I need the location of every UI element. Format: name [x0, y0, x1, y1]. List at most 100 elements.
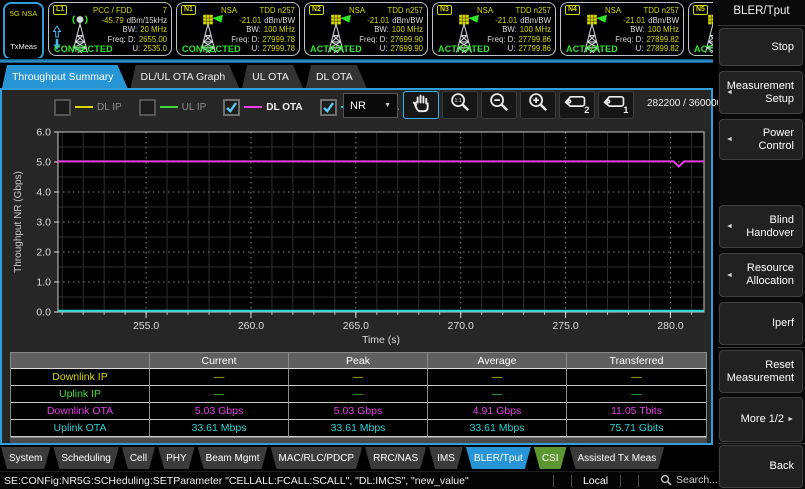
pan-hand-button[interactable] — [403, 91, 439, 119]
svg-text:1: 1 — [623, 105, 628, 114]
right-arrow-icon: ► — [787, 413, 794, 426]
softkey-blind-handover[interactable]: ◄Blind Handover — [719, 205, 803, 248]
marker-1-icon: 1 — [602, 91, 630, 119]
measurement-tabs: Throughput SummaryDL/UL OTA GraphUL OTAD… — [2, 65, 367, 88]
svg-text:2.0: 2.0 — [36, 247, 51, 259]
bottom-tab-rrc-nas[interactable]: RRC/NAS — [365, 447, 426, 469]
legend-toggle-dl-ota[interactable]: DL OTA — [223, 99, 302, 116]
chart-toolbar: 1:1 2 1 — [403, 91, 634, 119]
softkey-measurement-setup[interactable]: ◄Measurement Setup — [719, 71, 803, 114]
cell-status-N5[interactable]: N5ACTIVATED — [688, 2, 713, 56]
table-header-Transferred: Transferred — [567, 353, 706, 369]
app-screen: 5G NSA TxMeas L1PCC / FDD7-45.79dBm/15kH… — [0, 0, 805, 489]
cell-status-text: CONNECTED — [54, 44, 113, 54]
search-box[interactable]: Search... — [660, 474, 718, 486]
svg-text:Time (s): Time (s) — [362, 334, 400, 346]
tab-dl-ota[interactable]: DL OTA — [306, 65, 367, 88]
svg-text:6.0: 6.0 — [36, 127, 51, 139]
throughput-chart[interactable]: 255.0260.0265.0270.0275.0280.00.01.02.03… — [10, 124, 710, 346]
marker-2-icon: 2 — [563, 91, 591, 119]
softkey-reset-measurement[interactable]: Reset Measurement — [719, 350, 803, 393]
series-color-swatch — [244, 106, 262, 108]
cell-status-N3[interactable]: N3NSATDD n257-21.01dBm/BWBW:100 MHzFreq:… — [432, 2, 556, 56]
scpi-command-text: SE:CONFig:NR5G:SCHeduling:SETParameter "… — [4, 475, 469, 487]
zoom-1to1-button[interactable]: 1:1 — [442, 91, 478, 119]
svg-text:4.0: 4.0 — [36, 187, 51, 199]
cell-status-text: ACTIVATED — [438, 44, 490, 54]
bottom-tab-scheduling[interactable]: Scheduling — [53, 447, 118, 469]
mode-box: 5G NSA TxMeas — [3, 2, 44, 58]
marker-1-button[interactable]: 1 — [598, 91, 634, 119]
marker-2-button[interactable]: 2 — [559, 91, 595, 119]
svg-text:280.0: 280.0 — [657, 320, 683, 332]
zoom-out-icon — [487, 91, 512, 119]
softkey-back[interactable]: Back — [719, 445, 803, 488]
legend-toggle-ul-ip[interactable]: UL IP — [139, 99, 207, 116]
softkey-iperf[interactable]: Iperf — [719, 302, 803, 345]
category-tabs: SystemSchedulingCellPHYBeam MgmtMAC/RLC/… — [0, 447, 714, 471]
softkey-power-control[interactable]: ◄Power Control — [719, 119, 803, 160]
softkey-sidebar: BLER/Tput Stop◄Measurement Setup◄Power C… — [718, 0, 805, 489]
cell-status-text: ACTIVATED — [310, 44, 362, 54]
table-cell: — — [428, 386, 567, 403]
svg-text:2: 2 — [584, 105, 589, 114]
svg-text:260.0: 260.0 — [238, 320, 264, 332]
table-cell: — — [289, 386, 428, 403]
table-cell: — — [150, 369, 289, 386]
bottom-tab-ims[interactable]: IMS — [429, 447, 463, 469]
table-header-row-label — [11, 353, 150, 369]
left-arrow-icon: ◄ — [726, 133, 733, 146]
cell-status-text: ACTIVATED — [694, 44, 713, 54]
bottom-tab-csi[interactable]: CSI — [534, 447, 567, 469]
table-cell: 11.05 Tbits — [567, 403, 706, 420]
bottom-tab-system[interactable]: System — [1, 447, 50, 469]
chevron-down-icon: ▼ — [384, 102, 391, 109]
zoom-out-button[interactable] — [481, 91, 517, 119]
cell-status-N1[interactable]: N1NSATDD n257-21.01dBm/BWBW:100 MHzFreq:… — [176, 2, 300, 56]
bottom-tab-assisted-tx-meas[interactable]: Assisted Tx Meas — [570, 447, 665, 469]
sample-counter: 282200 / 360000 — [647, 98, 722, 109]
bottom-tab-phy[interactable]: PHY — [158, 447, 195, 469]
tab-dl-ul-ota-graph[interactable]: DL/UL OTA Graph — [131, 65, 240, 88]
table-cell: 33.61 Mbps — [150, 420, 289, 437]
zoom-in-button[interactable] — [520, 91, 556, 119]
left-arrow-icon: ◄ — [726, 86, 733, 99]
svg-text:0.0: 0.0 — [36, 307, 51, 319]
cell-status-N4[interactable]: N4NSATDD n257-21.01dBm/BWBW:100 MHzFreq:… — [560, 2, 684, 56]
table-cell: 33.61 Mbps — [289, 420, 428, 437]
tab-throughput-summary[interactable]: Throughput Summary — [2, 65, 128, 88]
cell-status-header: 5G NSA TxMeas L1PCC / FDD7-45.79dBm/15kH… — [0, 0, 713, 58]
bottom-tab-mac-rlc-pdcp[interactable]: MAC/RLC/PDCP — [271, 447, 363, 469]
tech-select-value: NR — [350, 100, 366, 112]
softkey-resource-allocation[interactable]: ◄Resource Allocation — [719, 253, 803, 297]
bottom-tab-cell[interactable]: Cell — [122, 447, 155, 469]
cell-status-N2[interactable]: N2NSATDD n257-21.01dBm/BWBW:100 MHzFreq:… — [304, 2, 428, 56]
local-remote-indicator[interactable]: Local — [572, 475, 619, 487]
table-header-Average: Average — [428, 353, 567, 369]
series-color-swatch — [160, 106, 178, 108]
table-row-label: Downlink OTA — [11, 403, 150, 420]
checkbox — [320, 99, 337, 116]
table-cell: — — [150, 386, 289, 403]
cell-status-text: CONNECTED — [182, 44, 241, 54]
svg-text:270.0: 270.0 — [448, 320, 474, 332]
table-cell: 33.61 Mbps — [428, 420, 567, 437]
mode-line2: TxMeas — [5, 42, 42, 51]
table-row-label: Uplink OTA — [11, 420, 150, 437]
header-divider — [0, 59, 713, 63]
svg-text:275.0: 275.0 — [552, 320, 578, 332]
softkey-more-1-2[interactable]: More 1/2► — [719, 397, 803, 442]
bottom-tab-beam-mgmt[interactable]: Beam Mgmt — [198, 447, 268, 469]
legend-toggle-dl-ip[interactable]: DL IP — [54, 99, 122, 116]
table-header-Current: Current — [150, 353, 289, 369]
svg-text:1.0: 1.0 — [36, 277, 51, 289]
table-cell: — — [289, 369, 428, 386]
bottom-tab-bler-tput[interactable]: BLER/Tput — [466, 447, 531, 469]
search-placeholder: Search... — [676, 474, 718, 486]
tech-select-dropdown[interactable]: NR ▼ — [343, 93, 398, 118]
search-icon — [660, 474, 672, 486]
tab-ul-ota[interactable]: UL OTA — [242, 65, 303, 88]
left-arrow-icon: ◄ — [726, 220, 733, 233]
softkey-stop[interactable]: Stop — [719, 28, 803, 66]
cell-status-L1[interactable]: L1PCC / FDD7-45.79dBm/15kHzBW:20 MHzFreq… — [48, 2, 172, 56]
